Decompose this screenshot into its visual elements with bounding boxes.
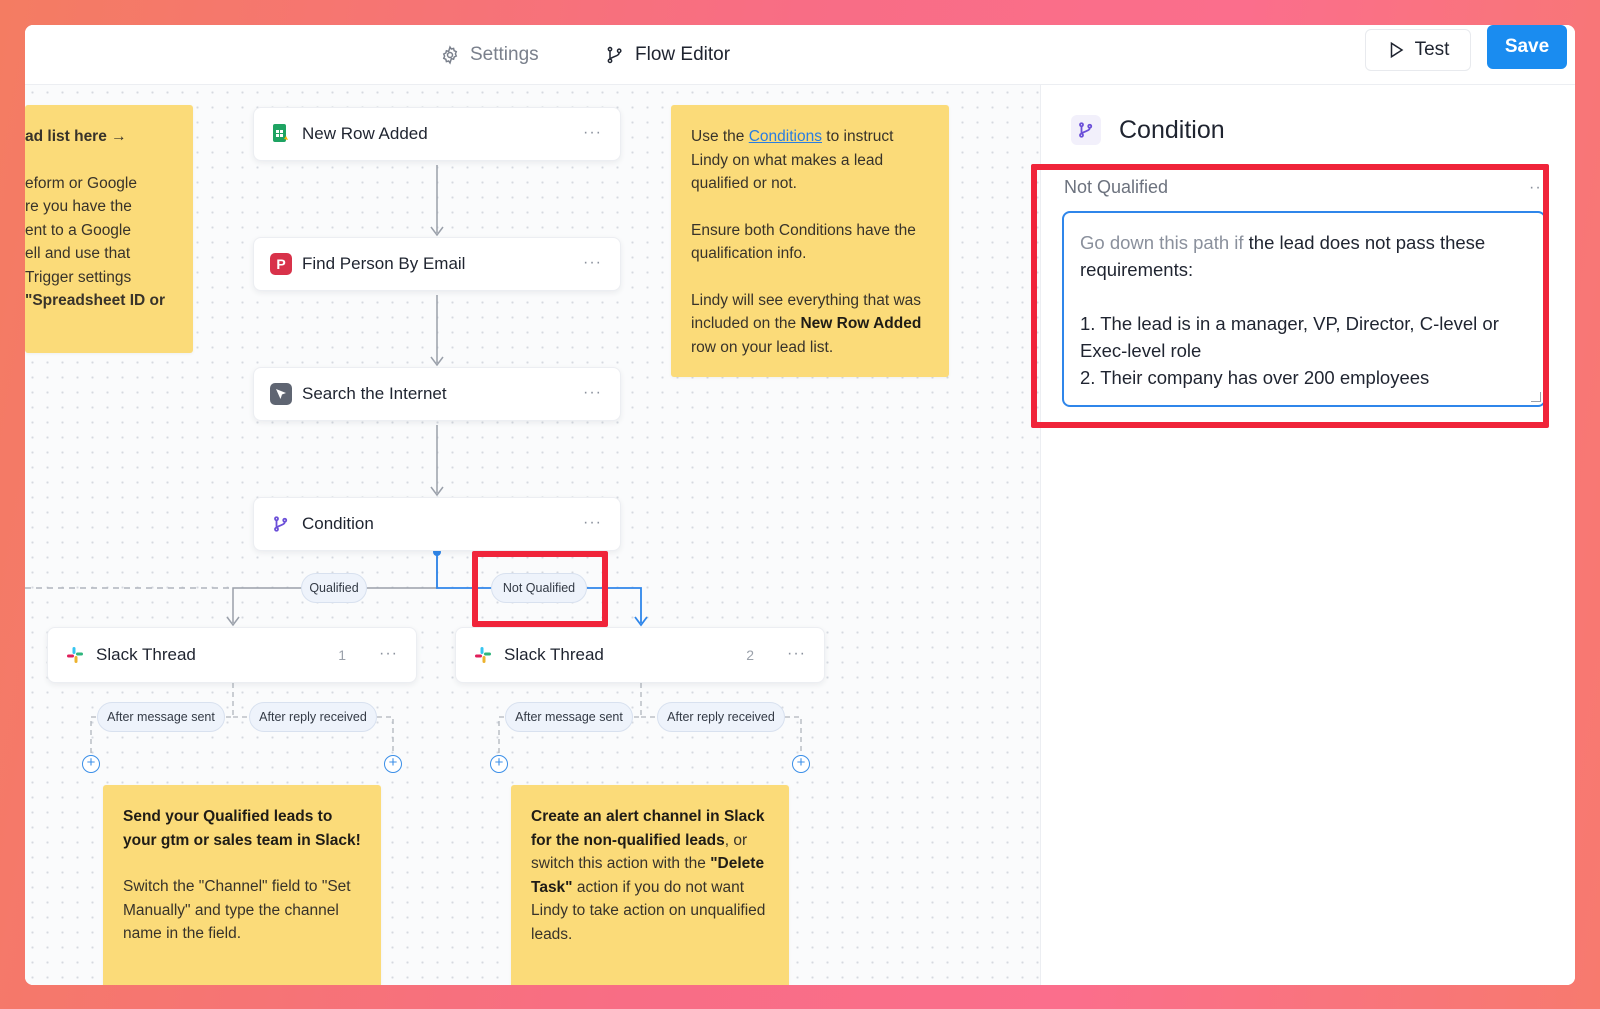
app-window: Settings Flow Editor Test Save ad list h… — [25, 25, 1575, 985]
gear-icon — [442, 45, 458, 65]
google-sheets-icon — [270, 123, 292, 145]
test-button[interactable]: Test — [1365, 29, 1471, 71]
step-number-badge: 1 — [338, 647, 346, 663]
tab-settings[interactable]: Settings — [440, 35, 539, 75]
node-label: Slack Thread — [96, 645, 196, 664]
add-step-icon[interactable]: + — [384, 755, 402, 773]
more-options-icon[interactable]: ··· — [583, 254, 602, 272]
note-line: re you have the — [25, 198, 132, 215]
top-bar: Settings Flow Editor Test Save — [25, 25, 1575, 85]
flow-canvas[interactable]: ad list here → eform or Google re you ha… — [25, 85, 1041, 985]
node-label: Find Person By Email — [302, 254, 466, 273]
note-line: ad list here → — [25, 128, 127, 145]
pill-after-message-sent[interactable]: After message sent — [505, 702, 633, 732]
branch-pill-qualified[interactable]: Qualified — [301, 573, 367, 603]
condition-card: Not Qualified ··· Go down this path if t… — [1056, 165, 1566, 425]
note-line: ell and use that — [25, 245, 131, 262]
note-line: ent to a Google — [25, 221, 131, 239]
slack-icon — [64, 644, 86, 666]
node-slack-thread-2[interactable]: Slack Thread 2 ··· — [455, 627, 825, 683]
pill-after-reply-received[interactable]: After reply received — [657, 702, 785, 732]
node-label: Search the Internet — [302, 384, 447, 403]
more-options-icon[interactable]: ··· — [379, 645, 398, 663]
save-button[interactable]: Save — [1487, 25, 1567, 69]
condition-branch-icon — [1071, 115, 1101, 145]
more-options-icon[interactable]: ··· — [583, 124, 602, 142]
condition-label[interactable]: Not Qualified — [1064, 177, 1168, 198]
note-heading: Send your Qualified leads to your gtm or… — [123, 808, 361, 849]
resize-handle-icon[interactable] — [1531, 392, 1541, 402]
note-paragraph: Use the Conditions to instruct Lindy on … — [691, 128, 894, 192]
more-options-icon[interactable]: ··· — [1529, 179, 1548, 197]
note-line: eform or Google — [25, 174, 137, 192]
panel-title: Condition — [1119, 115, 1225, 144]
more-options-icon[interactable]: ··· — [583, 514, 602, 532]
tab-settings-label: Settings — [470, 44, 539, 65]
tab-flow-editor[interactable]: Flow Editor — [605, 35, 730, 75]
svg-text:P: P — [276, 256, 285, 272]
sticky-note-lead-list[interactable]: ad list here → eform or Google re you ha… — [25, 105, 193, 353]
more-options-icon[interactable]: ··· — [583, 384, 602, 402]
browser-icon — [270, 383, 292, 405]
sticky-note-qualified-leads[interactable]: Send your Qualified leads to your gtm or… — [103, 785, 381, 985]
branch-pill-not-qualified[interactable]: Not Qualified — [491, 573, 587, 603]
node-label: Condition — [302, 514, 374, 533]
note-paragraph: Ensure both Conditions have the qualific… — [691, 221, 916, 263]
node-label: New Row Added — [302, 124, 428, 143]
placeholder-prefix: Go down this path if — [1080, 232, 1244, 253]
more-options-icon[interactable]: ··· — [787, 645, 806, 663]
prompt-text: 1. The lead is in a manager, VP, Directo… — [1080, 313, 1499, 361]
step-number-badge: 2 — [746, 647, 754, 663]
note-paragraph: Lindy will see everything that was inclu… — [691, 291, 922, 356]
add-step-icon[interactable]: + — [82, 755, 100, 773]
pill-after-message-sent[interactable]: After message sent — [97, 702, 225, 732]
prompt-text: 2. Their company has over 200 employees — [1080, 367, 1430, 388]
condition-prompt-textarea[interactable]: Go down this path if the lead does not p… — [1062, 211, 1546, 407]
note-paragraph: Switch the "Channel" field to "Set Manua… — [123, 878, 351, 942]
node-find-person-by-email[interactable]: P Find Person By Email ··· — [253, 237, 621, 291]
node-slack-thread-1[interactable]: Slack Thread 1 ··· — [47, 627, 417, 683]
add-step-icon[interactable]: + — [490, 755, 508, 773]
condition-branch-icon — [270, 513, 292, 535]
pill-after-reply-received[interactable]: After reply received — [249, 702, 377, 732]
p-app-icon: P — [270, 253, 292, 275]
test-button-label: Test — [1414, 39, 1450, 60]
note-line: Trigger settings — [25, 268, 132, 286]
node-label: Slack Thread — [504, 645, 604, 664]
add-step-icon[interactable]: + — [792, 755, 810, 773]
branch-icon — [607, 46, 622, 64]
play-icon — [1390, 41, 1403, 59]
tab-flow-editor-label: Flow Editor — [635, 44, 731, 65]
sticky-note-conditions[interactable]: Use the Conditions to instruct Lindy on … — [671, 105, 949, 377]
sticky-note-alert-channel[interactable]: Create an alert channel in Slack for the… — [511, 785, 789, 985]
properties-panel: Condition Not Qualified ··· Go down this… — [1041, 85, 1575, 985]
panel-header: Condition — [1071, 115, 1225, 145]
note-paragraph: Create an alert channel in Slack for the… — [531, 808, 766, 943]
note-line: "Spreadsheet ID or — [25, 292, 165, 309]
node-new-row-added[interactable]: New Row Added ··· — [253, 107, 621, 161]
slack-icon — [472, 644, 494, 666]
conditions-link[interactable]: Conditions — [749, 128, 822, 145]
node-search-the-internet[interactable]: Search the Internet ··· — [253, 367, 621, 421]
node-condition[interactable]: Condition ··· — [253, 497, 621, 551]
